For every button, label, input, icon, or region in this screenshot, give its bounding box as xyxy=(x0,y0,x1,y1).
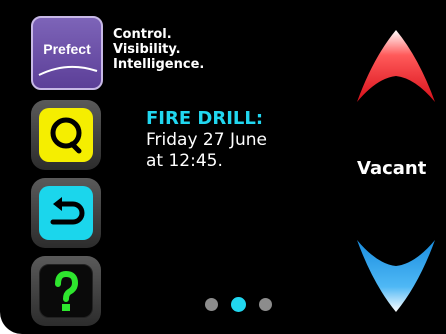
fire-drill-notice: FIRE DRILL: Friday 27 June at 12:45. xyxy=(146,108,267,172)
page-dot-1[interactable] xyxy=(205,298,218,311)
room-status: Vacant xyxy=(357,158,427,179)
prefect-logo: Prefect xyxy=(31,16,103,90)
down-arrow-icon[interactable] xyxy=(355,234,437,316)
search-icon xyxy=(50,117,82,154)
logo-swoosh-icon xyxy=(38,65,98,76)
back-icon xyxy=(50,197,85,225)
notice-time: at 12:45. xyxy=(146,151,223,171)
tagline: Control. Visibility. Intelligence. xyxy=(113,27,204,72)
logo-text: Prefect xyxy=(43,41,91,57)
help-button[interactable] xyxy=(31,256,101,326)
page-indicator xyxy=(205,297,272,312)
notice-date: Friday 27 June xyxy=(146,130,267,150)
page-dot-2[interactable] xyxy=(231,297,246,312)
back-button[interactable] xyxy=(31,178,101,248)
up-arrow-icon[interactable] xyxy=(355,26,437,108)
tagline-line-1: Control. xyxy=(113,27,172,42)
page-dot-3[interactable] xyxy=(259,298,272,311)
display-panel: Prefect Control. Visibility. Intelligenc… xyxy=(0,0,446,334)
notice-heading: FIRE DRILL: xyxy=(146,108,264,129)
tagline-line-2: Visibility. xyxy=(113,42,181,57)
help-icon xyxy=(55,270,79,311)
tagline-line-3: Intelligence. xyxy=(113,57,205,72)
search-button[interactable] xyxy=(31,100,101,170)
